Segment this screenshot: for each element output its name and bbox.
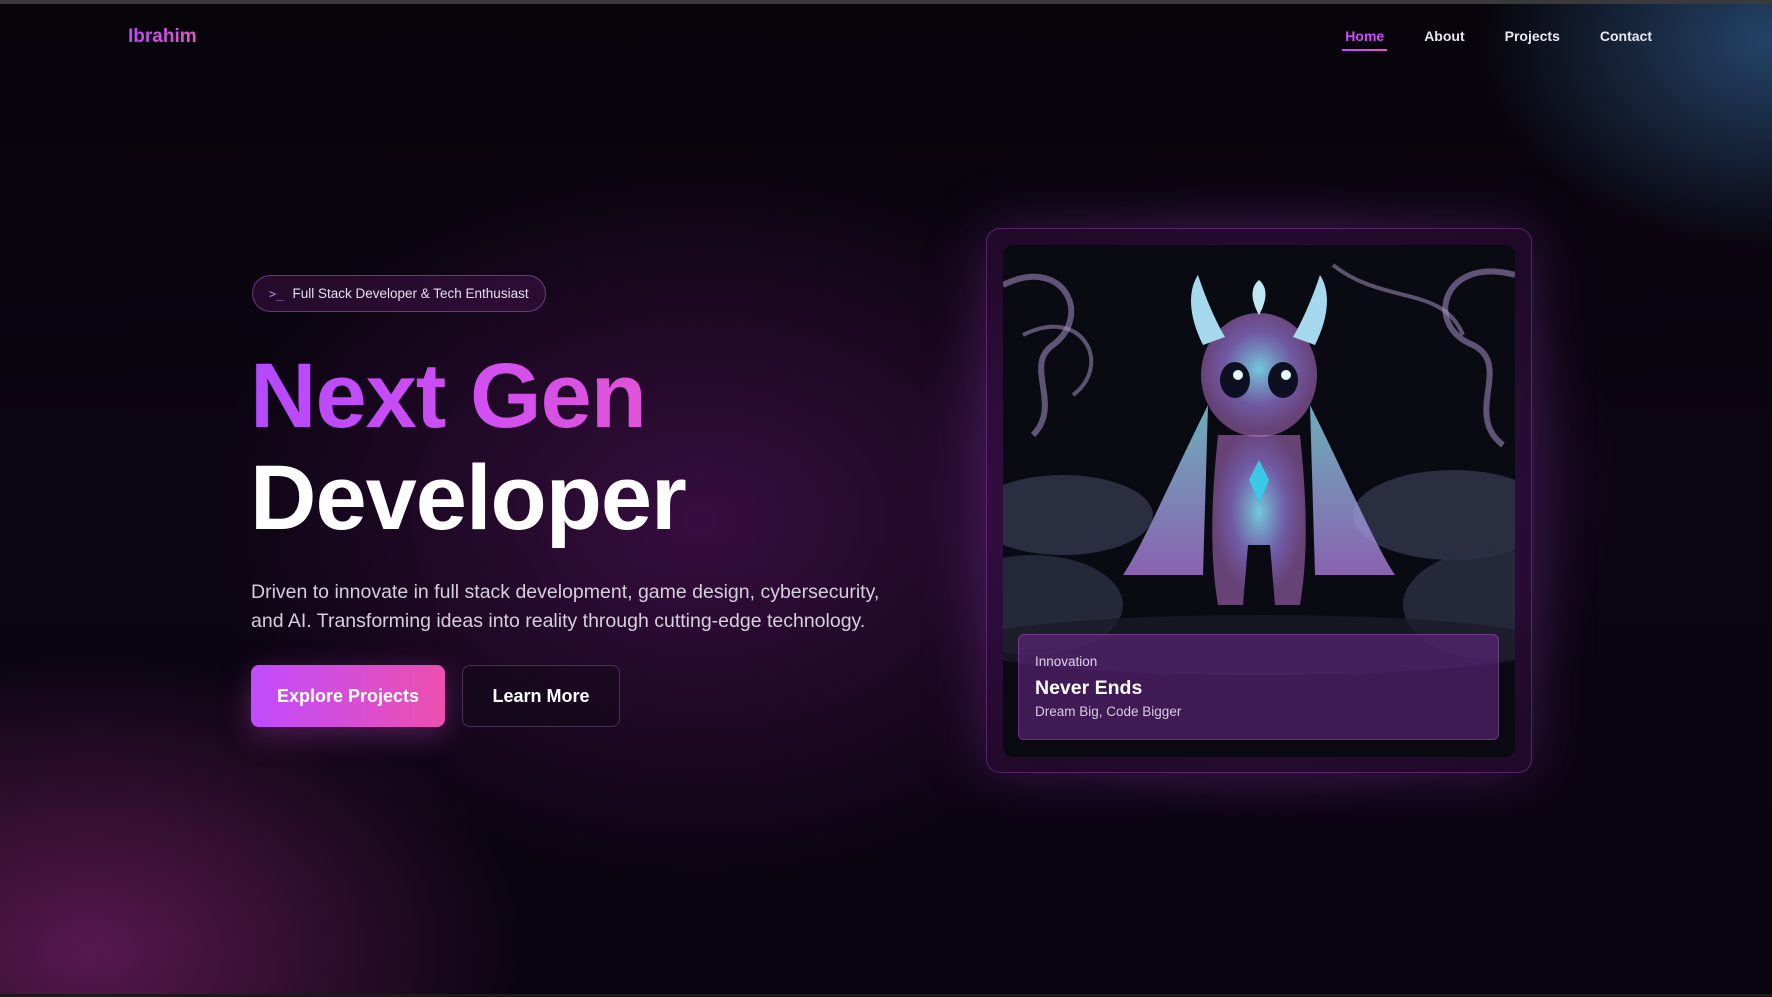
terminal-icon: >_ [269, 286, 284, 301]
learn-more-button[interactable]: Learn More [462, 665, 620, 727]
tagline-text: Full Stack Developer & Tech Enthusiast [292, 286, 529, 301]
card-caption: Innovation Never Ends Dream Big, Code Bi… [1018, 634, 1499, 740]
browser-top-edge [0, 0, 1772, 4]
caption-kicker: Innovation [1035, 654, 1098, 669]
tagline-badge: >_ Full Stack Developer & Tech Enthusias… [252, 275, 546, 312]
caption-subtitle: Dream Big, Code Bigger [1035, 704, 1182, 719]
nav-projects[interactable]: Projects [1505, 28, 1560, 48]
explore-projects-button[interactable]: Explore Projects [251, 665, 445, 727]
nav-about[interactable]: About [1424, 28, 1464, 48]
caption-title: Never Ends [1035, 677, 1143, 699]
landing-page: Ibrahim Home About Projects Contact >_ F… [0, 0, 1772, 997]
hero-title-line1: Next Gen [250, 345, 647, 447]
hero-description: Driven to innovate in full stack develop… [251, 581, 880, 632]
main-nav: Home About Projects Contact [1342, 28, 1652, 51]
nav-home[interactable]: Home [1342, 28, 1388, 51]
hero-title-line2: Developer [250, 447, 687, 549]
nav-contact[interactable]: Contact [1600, 28, 1652, 48]
brand-logo[interactable]: Ibrahim [128, 26, 197, 48]
